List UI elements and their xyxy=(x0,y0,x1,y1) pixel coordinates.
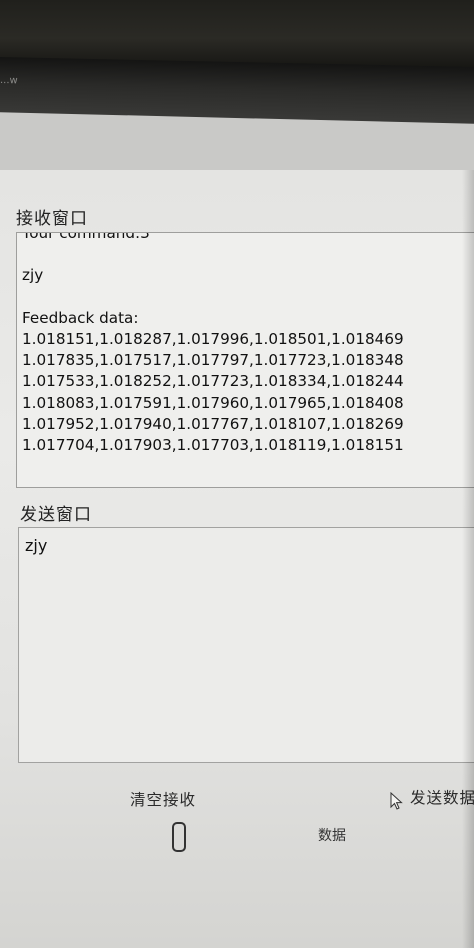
receive-textarea[interactable]: Your command:3 zjy Feedback data: 1.0181… xyxy=(16,232,474,488)
receive-window-label: 接收窗口 xyxy=(16,209,88,229)
data-label: 数据 xyxy=(318,828,346,844)
send-textarea[interactable]: zjy xyxy=(18,527,474,763)
send-window-label: 发送窗口 xyxy=(20,505,92,525)
mouse-pointer-icon xyxy=(390,792,403,810)
window-title: ...w xyxy=(0,75,18,87)
clear-receive-button[interactable]: 清空接收 xyxy=(130,788,196,810)
screen-edge-shadow xyxy=(462,170,474,948)
send-input-value: zjy xyxy=(25,536,48,555)
receive-content: Your command:3 zjy Feedback data: 1.0181… xyxy=(22,232,404,455)
receive-count-display: 0 xyxy=(172,822,186,852)
